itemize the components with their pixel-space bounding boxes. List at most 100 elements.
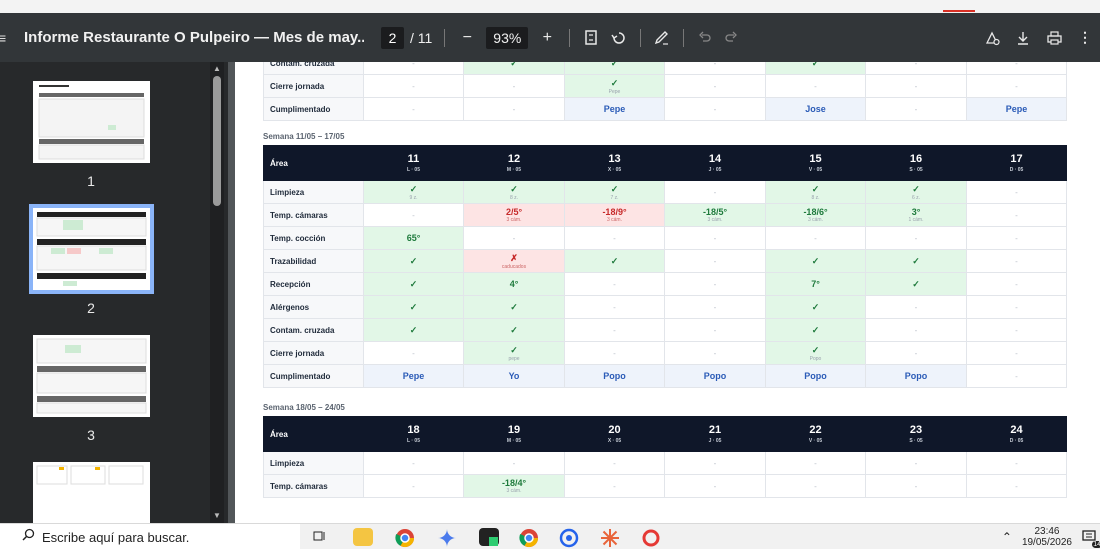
table-cell: ✓ pepe [463,341,565,365]
table-cell: - [564,318,665,342]
day-number: 11 [407,153,420,165]
row-area-label: Recepción [263,272,364,296]
cell-detail: 6 z. [911,194,921,201]
table-row: Alérgenos ✓ ✓ - - ✓ - - [263,295,1067,319]
table-header-row: Área 18 L · 05 19 M · 05 20 X · 05 21 J · 05 22 V … [263,416,1067,452]
table-cell: - [865,226,967,250]
chrome-profile-icon[interactable] [519,528,539,548]
cell-value: - [713,104,717,114]
zoom-in-button[interactable]: + [537,29,557,47]
zoom-level-input[interactable]: 93% [486,26,529,49]
day-weekday: J · 05 [708,438,722,444]
zoom-out-button[interactable]: − [457,29,477,47]
gemini-icon[interactable] [437,528,457,547]
app-icon-star[interactable] [600,528,620,547]
cell-value: ✓ [912,183,920,194]
scroll-up-icon[interactable]: ▲ [212,64,222,73]
sidebar-scrollbar[interactable]: ▲ ▼ [210,62,224,523]
table-cell: ✓ [363,272,464,296]
chrome-icon[interactable] [395,528,415,548]
table-cell: - [463,74,565,98]
page-thumbnail-3[interactable] [33,335,150,417]
table-cell: - [664,249,766,273]
page-thumbnail-4[interactable] [33,462,150,523]
app-icon-al[interactable] [479,528,499,546]
table-row: Cumplimentado - - Pepe - Jose - Pepe [263,97,1067,121]
notification-icon[interactable]: 14 [1082,529,1100,548]
table-cell: - [966,249,1067,273]
header-day: 20 X · 05 [564,416,665,452]
day-number: 17 [1010,153,1023,165]
cell-value: 65° [406,233,421,243]
pdf-toolbar: ≡ Informe Restaurante O Pulpeiro — Mes d… [0,13,1100,62]
scrollbar-thumb[interactable] [213,76,221,206]
cell-value: -18/9° [602,207,627,217]
cell-value: Jose [805,104,826,114]
page-indicator: 2 / 11 [381,26,432,49]
cell-value: - [613,458,616,468]
page-number-input[interactable]: 2 [381,26,404,49]
cell-value: - [814,81,817,91]
more-options-icon[interactable]: ⋮ [1076,29,1094,47]
cell-value: - [914,62,918,68]
scroll-down-icon[interactable]: ▼ [212,511,222,520]
task-view-icon[interactable] [311,528,331,546]
fit-page-icon[interactable] [582,29,600,47]
header-day: 24 D · 05 [966,416,1067,452]
print-icon[interactable] [1045,29,1063,47]
day-number: 23 [909,424,923,436]
table-cell: - [564,295,665,319]
table-cell: - [865,318,967,342]
table-cell: ✓ [865,272,967,296]
cell-detail: 3 cám. [506,217,522,223]
cell-value: ✓ [811,62,820,68]
cell-value: ✓ [409,255,418,266]
header-day: 12 M · 05 [463,145,565,181]
table-cell: - [966,318,1067,342]
pdf-page: Contam. cruzada - ✓ ✓ - ✓ - - Cierre jornada - - ✓ P… [235,62,1100,523]
page-thumbnail-1[interactable] [33,81,150,163]
day-number: 20 [608,424,621,436]
ai-assist-icon[interactable] [983,29,1001,47]
table-cell: - [363,451,464,475]
row-area-label: Temp. cocción [263,226,364,250]
file-explorer-icon[interactable] [353,528,373,546]
cell-value: - [412,104,415,114]
cell-value: ✓ [510,344,518,355]
cell-value: - [713,62,717,68]
app-icon-red[interactable] [641,528,661,547]
cell-value: - [713,325,717,335]
table-cell: Popo [765,364,866,388]
row-area-label: Cumplimentado [263,97,364,121]
table-cell: - [765,74,866,98]
table-cell: -18/4° 3 cám. [463,474,565,498]
cell-value: - [512,233,516,243]
table-cell: - [966,203,1067,227]
app-icon-blue[interactable] [559,528,579,548]
undo-icon[interactable] [696,29,714,47]
page-thumbnail-2[interactable] [29,204,154,294]
cell-value: - [914,481,918,491]
day-number: 18 [407,424,420,436]
table-cell: - [865,474,967,498]
taskbar-search[interactable]: Escribe aquí para buscar. [0,524,300,549]
cell-value: 3° [911,207,921,217]
clock[interactable]: 23:46 19/05/2026 [1022,526,1072,548]
table-cell: ✓ [363,295,464,319]
table-cell: - [463,97,565,121]
table-cell: ✓ [765,318,866,342]
table-cell: - [865,97,967,121]
separator [683,28,685,47]
row-area-label: Temp. cámaras [263,203,364,227]
table-cell: - [463,451,565,475]
menu-icon[interactable]: ≡ [0,30,16,46]
tray-chevron-up-icon[interactable]: ⌃ [1002,530,1012,544]
rotate-icon[interactable] [610,29,628,47]
cell-value: - [1015,279,1018,289]
week-table-18-24: Área 18 L · 05 19 M · 05 20 X · 05 21 J · 05 22 V … [263,416,1067,498]
redo-icon[interactable] [722,29,740,47]
header-day: 19 M · 05 [463,416,565,452]
table-row: Contam. cruzada - ✓ ✓ - ✓ - - [263,62,1067,75]
download-icon[interactable] [1014,29,1032,47]
draw-icon[interactable] [653,29,671,47]
